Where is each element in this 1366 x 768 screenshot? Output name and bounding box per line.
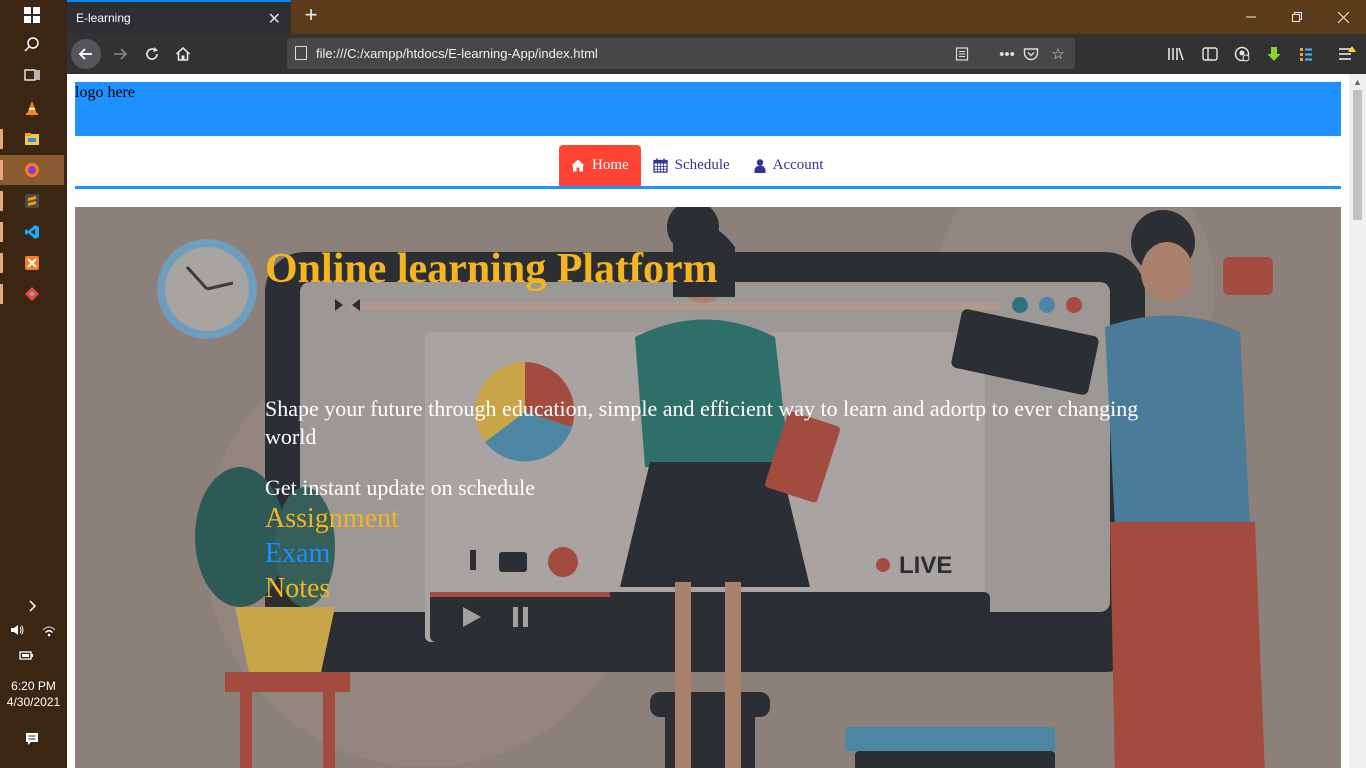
- tab-close-icon[interactable]: ✕: [268, 9, 281, 29]
- notes-link[interactable]: Notes: [265, 573, 330, 605]
- address-bar[interactable]: file:///C:/xampp/htdocs/E-learning-App/i…: [287, 38, 1075, 69]
- arrow-right-icon: [114, 48, 128, 60]
- menu-button[interactable]: [1332, 40, 1362, 68]
- firefox-icon: [25, 163, 39, 177]
- browser-tab[interactable]: E-learning ✕: [67, 0, 291, 34]
- wifi-icon: [42, 626, 56, 637]
- tab-title: E-learning: [76, 11, 131, 25]
- battery-button[interactable]: [0, 640, 52, 670]
- nav-schedule-label: Schedule: [674, 157, 730, 173]
- download-arrow-icon: [1267, 47, 1281, 61]
- folder-icon: [25, 133, 39, 145]
- nav-schedule[interactable]: Schedule: [641, 145, 742, 186]
- notification-icon: [26, 733, 38, 745]
- minimize-button[interactable]: [1228, 0, 1274, 34]
- extension-button[interactable]: [1291, 40, 1321, 68]
- browser-toolbar: file:///C:/xampp/htdocs/E-learning-App/i…: [67, 34, 1366, 74]
- sublime-text-icon: [25, 194, 39, 208]
- home-icon: [175, 46, 191, 61]
- forward-button[interactable]: [105, 40, 135, 68]
- sublime-taskbar-app[interactable]: [0, 186, 64, 216]
- search-icon: [24, 37, 39, 52]
- wall-clock-illustration: [157, 239, 257, 339]
- calendar-icon: [653, 158, 668, 173]
- logo-placeholder: logo here: [75, 84, 135, 101]
- arrow-left-icon: [78, 48, 92, 60]
- task-view-icon: [24, 69, 40, 81]
- reload-button[interactable]: [137, 40, 167, 68]
- sidebar-button[interactable]: [1195, 40, 1225, 68]
- page-icon: [295, 46, 307, 60]
- hero-update-text: Get instant update on schedule: [265, 475, 536, 500]
- vlc-cone-icon: [26, 101, 38, 115]
- vscode-icon: [25, 225, 39, 239]
- vlc-taskbar-app[interactable]: [0, 93, 64, 123]
- site-header: logo here: [75, 82, 1341, 136]
- nav-menu: Home Schedule Account: [559, 145, 835, 186]
- url-text[interactable]: file:///C:/xampp/htdocs/E-learning-App/i…: [316, 46, 598, 61]
- site-navigation: Home Schedule Account: [75, 145, 1341, 189]
- page-actions-menu-icon[interactable]: •••: [996, 43, 1018, 65]
- system-clock[interactable]: 6:20 PM 4/30/2021: [0, 678, 67, 710]
- hero-subtitle: Shape your future through education, sim…: [265, 396, 1139, 449]
- minimize-icon: [1246, 16, 1256, 18]
- nav-account-label: Account: [772, 157, 824, 173]
- pocket-icon[interactable]: [1020, 43, 1042, 65]
- hero-title: Online learning Platform: [265, 246, 718, 292]
- page-viewport: logo here Home Schedule Account LIVE Onl…: [67, 74, 1349, 768]
- xampp-taskbar-app[interactable]: [0, 248, 64, 278]
- downloads-button[interactable]: [1259, 40, 1289, 68]
- home-button[interactable]: [168, 40, 198, 68]
- browser-title-bar: E-learning ✕ +: [67, 0, 1366, 34]
- restore-button[interactable]: [1274, 0, 1320, 34]
- hero-banner: LIVE Online learning Platform Shape your…: [75, 207, 1341, 768]
- volume-icon: [11, 625, 24, 635]
- clock-time: 6:20 PM: [11, 679, 56, 693]
- action-center-button[interactable]: [0, 724, 64, 754]
- library-icon: [1168, 47, 1184, 61]
- user-icon: [754, 158, 766, 173]
- exam-link[interactable]: Exam: [265, 538, 330, 570]
- vscode-taskbar-app[interactable]: [0, 217, 64, 247]
- search-button[interactable]: [0, 30, 64, 60]
- firefox-taskbar-app[interactable]: [0, 155, 64, 185]
- start-button[interactable]: [0, 0, 64, 30]
- reload-icon: [146, 47, 158, 60]
- hamburger-menu-icon: [1339, 46, 1356, 60]
- scroll-up-arrow-icon[interactable]: ▲: [1353, 77, 1362, 87]
- sidebar-icon: [1202, 47, 1218, 61]
- nav-home-label: Home: [592, 157, 629, 173]
- xampp-icon: [25, 256, 39, 270]
- svg-text:LIVE: LIVE: [899, 552, 952, 579]
- reader-view-icon[interactable]: [951, 43, 973, 65]
- home-icon: [571, 159, 585, 172]
- scrollbar-thumb[interactable]: [1353, 90, 1362, 220]
- file-explorer-taskbar-app[interactable]: [0, 124, 64, 154]
- task-view-button[interactable]: [0, 60, 64, 90]
- close-window-button[interactable]: [1320, 0, 1366, 34]
- chevron-right-icon: [29, 600, 37, 612]
- git-icon: [25, 287, 39, 301]
- library-button[interactable]: [1161, 40, 1191, 68]
- page-scrollbar[interactable]: ▲: [1349, 74, 1366, 768]
- new-tab-button[interactable]: +: [299, 4, 323, 28]
- nav-account[interactable]: Account: [742, 145, 836, 186]
- restore-icon: [1292, 12, 1302, 22]
- git-taskbar-app[interactable]: [0, 279, 64, 309]
- clock-date: 4/30/2021: [6, 695, 61, 709]
- account-sync-button[interactable]: [1227, 40, 1257, 68]
- windows-taskbar: 6:20 PM 4/30/2021: [0, 0, 67, 768]
- back-button[interactable]: [71, 39, 101, 69]
- close-icon: [1337, 11, 1349, 23]
- nav-home[interactable]: Home: [559, 145, 641, 186]
- battery-icon: [19, 651, 33, 660]
- books-illustration: [845, 727, 1055, 768]
- assignment-link[interactable]: Assignment: [265, 503, 399, 535]
- windows-logo-icon: [24, 7, 40, 23]
- account-sync-icon: [1234, 46, 1250, 62]
- extension-list-icon: [1300, 48, 1312, 61]
- bookmark-star-icon[interactable]: ☆: [1047, 43, 1069, 65]
